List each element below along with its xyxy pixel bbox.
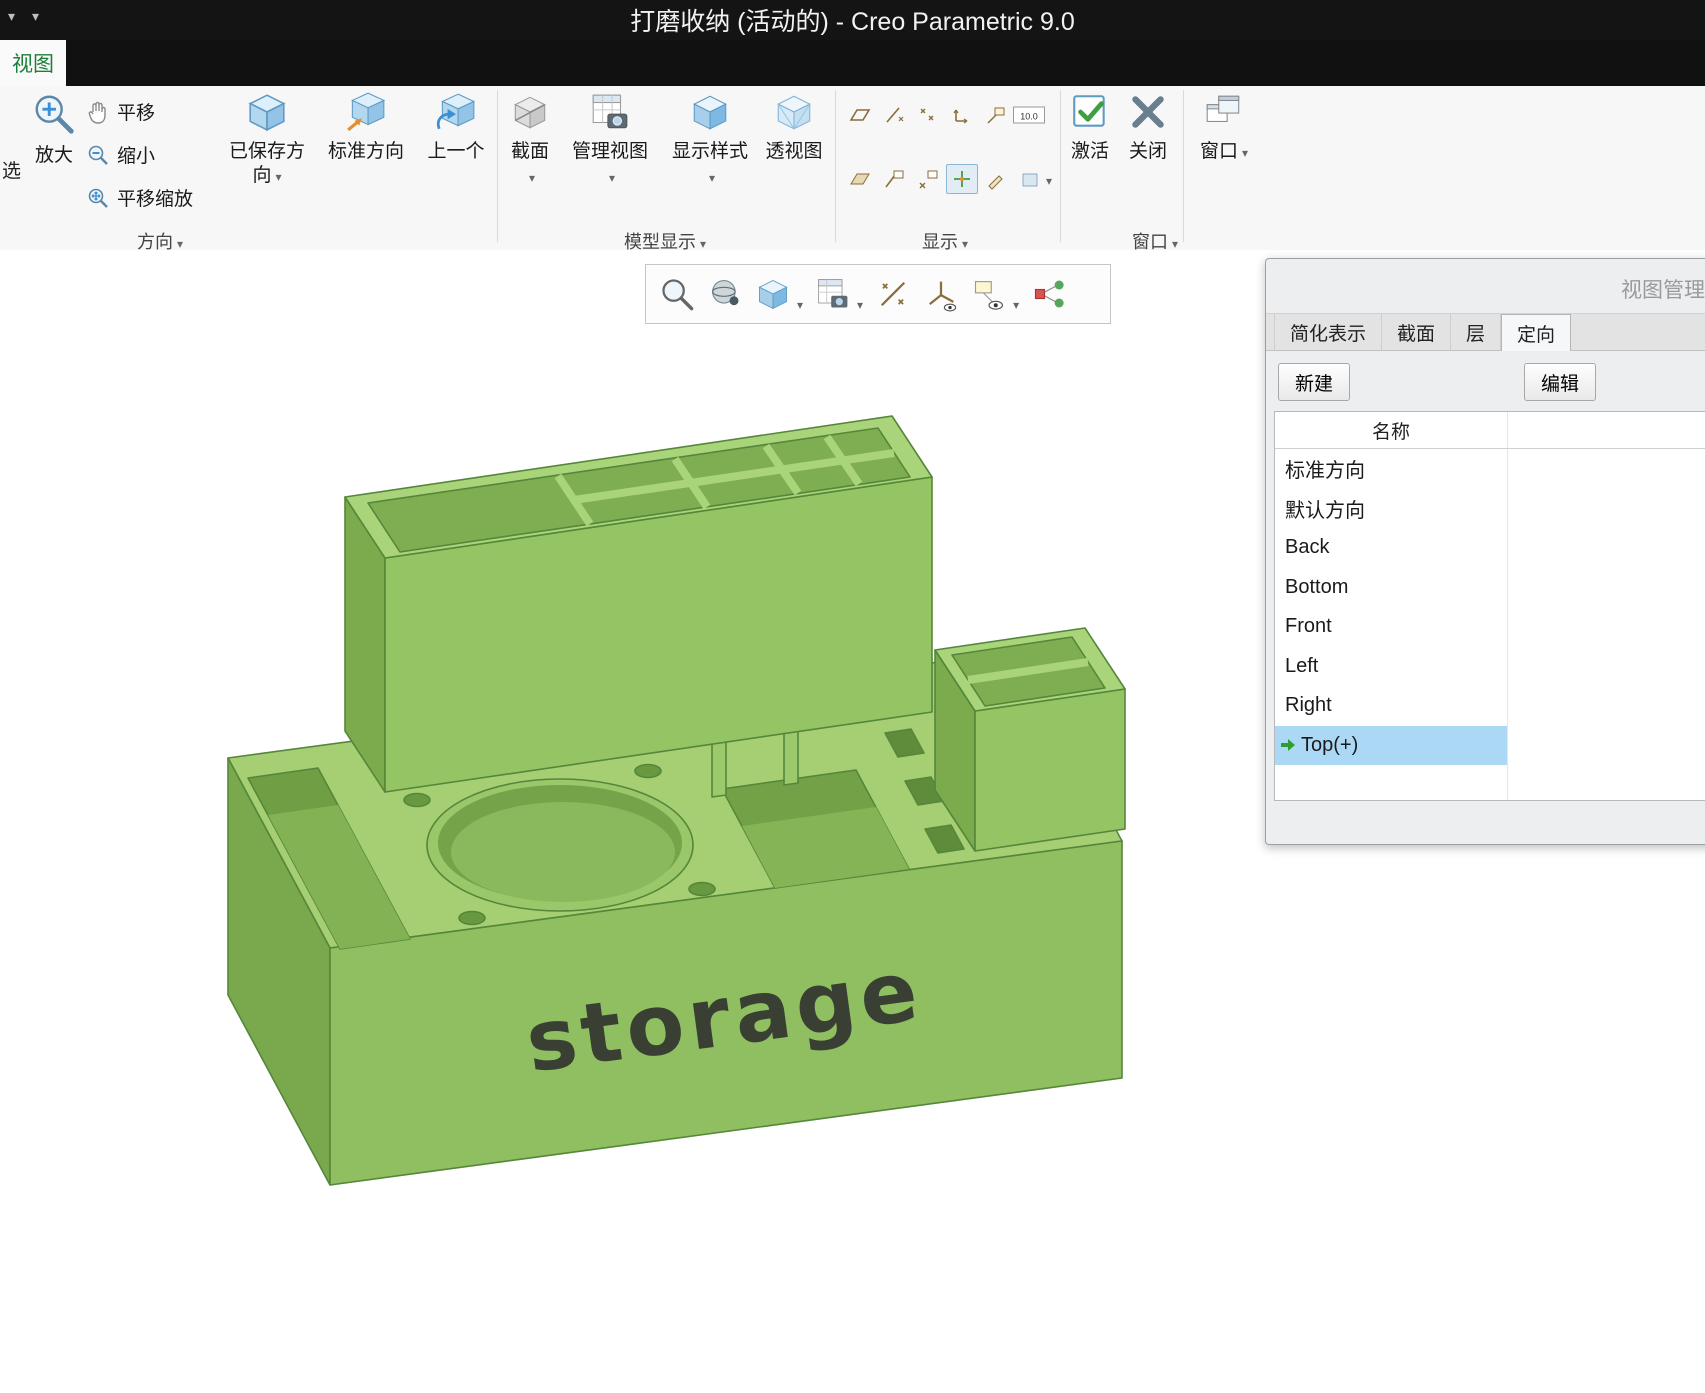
display-style-icon — [693, 95, 727, 130]
dropdown-caret-icon: ▾ — [275, 170, 282, 184]
select-button-cut[interactable]: 选 — [2, 156, 21, 183]
standard-orientation-icon — [347, 92, 386, 132]
graphics-area[interactable]: ▾ ▾ ▾ storage 视图管理 简化表示 截面 层 定向 新建 编辑 名称… — [0, 250, 1705, 1393]
view-list: 名称 标准方向 默认方向 Back Bottom Front Left Righ… — [1274, 411, 1705, 801]
tab-simplified-rep[interactable]: 简化表示 — [1274, 314, 1383, 350]
annotation-icon — [987, 107, 1005, 124]
datum-axis-icon — [886, 107, 904, 123]
point-tag-icon — [919, 170, 938, 189]
view-row[interactable]: Back — [1275, 528, 1705, 568]
datum-csys-display-toggle[interactable] — [946, 100, 978, 130]
spin-center-toggle[interactable] — [946, 164, 978, 194]
perspective-icon — [777, 95, 811, 130]
pan-button[interactable]: 平移 — [86, 98, 155, 125]
view-row[interactable]: 标准方向 — [1275, 449, 1705, 489]
new-button[interactable]: 新建 — [1278, 363, 1351, 401]
pan-zoom-button[interactable]: 平移缩放 — [86, 184, 193, 211]
close-x-icon — [1132, 96, 1164, 128]
axis-tag-icon — [885, 170, 904, 188]
tab-orient[interactable]: 定向 — [1501, 314, 1572, 351]
datum-point-icon — [920, 108, 934, 121]
panel-footer — [1266, 802, 1705, 844]
display-style-button[interactable]: 显示样式 ▾ — [662, 91, 758, 185]
view-row[interactable]: Right — [1275, 686, 1705, 726]
previous-view-button[interactable]: 上一个 — [420, 91, 492, 164]
dimension-tolerance-toggle[interactable]: 10.0 — [1008, 100, 1050, 130]
dropdown-caret-icon: ▾ — [1171, 237, 1179, 251]
ribbon-divider — [1060, 90, 1061, 242]
ribbon-tab-bar: 视图 — [0, 40, 1705, 86]
dropdown-caret-icon: ▾ — [608, 171, 616, 185]
window-icon — [1206, 95, 1240, 122]
view-row[interactable]: Left — [1275, 647, 1705, 687]
manage-views-button[interactable]: 管理视图 ▾ — [562, 91, 658, 185]
view-row[interactable]: Front — [1275, 607, 1705, 647]
tolerance-icon: 10.0 — [1013, 106, 1045, 124]
axis-tag-display-toggle[interactable] — [878, 164, 910, 194]
section-icon — [514, 96, 546, 129]
dropdown-caret-icon: ▾ — [528, 171, 536, 185]
tab-layers[interactable]: 层 — [1451, 314, 1502, 350]
saved-orientations-cube-icon — [248, 94, 286, 132]
dropdown-caret-icon: ▾ — [176, 237, 184, 251]
saved-orientations-button[interactable]: 已保存方 向 ▾ — [222, 91, 312, 189]
column-header-name: 名称 — [1371, 421, 1410, 443]
activate-button[interactable]: 激活 — [1064, 91, 1116, 164]
ribbon-divider — [835, 90, 836, 242]
perspective-button[interactable]: 透视图 — [756, 91, 832, 164]
view-row[interactable]: Bottom — [1275, 568, 1705, 608]
section-button[interactable]: 截面 ▾ — [502, 91, 558, 185]
view-manager-panel: 视图管理器 简化表示 截面 层 定向 新建 编辑 名称 标准方向 默认方向 Ba… — [1265, 258, 1705, 845]
previous-view-icon — [436, 93, 476, 130]
zoom-in-button[interactable]: 放大 — [22, 91, 86, 168]
close-window-button[interactable]: 关闭 — [1122, 91, 1174, 164]
zoom-out-icon — [88, 145, 108, 165]
column-divider — [1507, 412, 1508, 800]
dropdown-caret-icon[interactable]: ▾ — [1046, 174, 1052, 188]
datum-plane-display-toggle[interactable] — [844, 100, 876, 130]
datum-axis-display-toggle[interactable] — [878, 100, 910, 130]
datum-plane-icon — [849, 109, 871, 121]
manage-views-icon — [592, 94, 628, 129]
plane-tag-display-toggle[interactable] — [844, 164, 876, 194]
dropdown-caret-icon: ▾ — [708, 171, 716, 185]
pan-hand-icon — [88, 101, 106, 124]
ribbon: 选 放大 平移 缩小 平移缩放 已保存方 向 ▾ 标准方向 上一个 方向 ▾ 截… — [0, 86, 1705, 252]
dropdown-caret-icon: ▾ — [961, 237, 969, 251]
notes-display-toggle[interactable] — [980, 164, 1012, 194]
dropdown-caret-icon: ▾ — [699, 237, 707, 251]
zoom-out-button[interactable]: 缩小 — [86, 141, 155, 168]
standard-orientation-button[interactable]: 标准方向 — [318, 91, 414, 164]
panel-title: 视图管理器 — [1621, 279, 1705, 302]
activate-icon — [1073, 95, 1105, 127]
datum-point-display-toggle[interactable] — [912, 100, 944, 130]
window-menu-button[interactable]: 窗口 ▾ — [1192, 91, 1256, 165]
dropdown-caret-icon: ▾ — [1241, 146, 1249, 160]
tab-sections[interactable]: 截面 — [1382, 314, 1452, 350]
view-row-selected[interactable]: Top(+) — [1275, 725, 1705, 765]
pan-zoom-icon — [88, 188, 108, 208]
plane-tag-icon — [850, 173, 870, 185]
ribbon-divider — [497, 90, 498, 242]
ribbon-divider — [1183, 90, 1184, 242]
point-tag-display-toggle[interactable] — [912, 164, 944, 194]
current-view-arrow-icon — [1281, 739, 1295, 752]
transparency-display-toggle[interactable] — [1014, 164, 1046, 194]
notes-icon — [988, 175, 1003, 190]
transparent-box-icon — [1022, 173, 1038, 187]
view-list-header: 名称 — [1275, 412, 1705, 449]
zoom-in-icon — [35, 95, 74, 134]
window-title: 打磨收纳 (活动的) - Creo Parametric 9.0 — [630, 8, 1075, 36]
spin-center-icon — [954, 171, 970, 187]
view-row[interactable]: 默认方向 — [1275, 489, 1705, 529]
edit-button[interactable]: 编辑 — [1524, 363, 1597, 401]
view-manager-tabs: 简化表示 截面 层 定向 — [1266, 313, 1705, 351]
title-bar: ▾ ▾ 打磨收纳 (活动的) - Creo Parametric 9.0 — [0, 0, 1705, 40]
tab-view[interactable]: 视图 — [0, 40, 66, 86]
datum-csys-icon — [953, 109, 968, 124]
svg-text:10.0: 10.0 — [1020, 112, 1038, 122]
